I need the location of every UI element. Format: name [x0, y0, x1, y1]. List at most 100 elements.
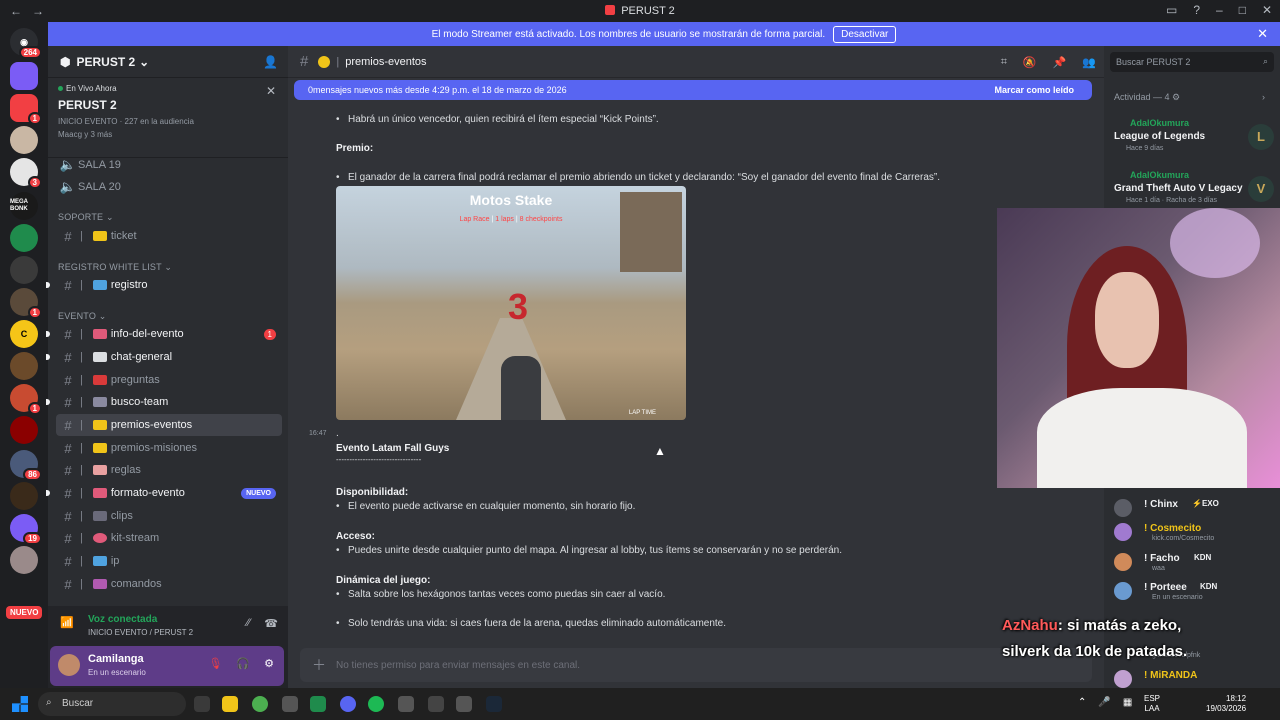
server-icon[interactable] [10, 62, 38, 90]
channel-kit-stream[interactable]: # | kit-stream [56, 527, 282, 549]
threads-icon[interactable]: ⌗ [1001, 56, 1007, 69]
live-now-card[interactable]: En Vivo Ahora PERUST 2 INICIO EVENTO · 2… [48, 78, 288, 158]
discord-icon[interactable] [340, 696, 356, 712]
maximize-button[interactable]: □ [1239, 3, 1246, 17]
noise-suppression-icon[interactable]: ⁄⁄ [247, 617, 251, 630]
channel-ip[interactable]: # | ip [56, 550, 282, 572]
server-list: ◉ 264 1 3 MEGA BONK 1 C 1 86 19 NUEVO [0, 22, 48, 688]
new-messages-bar[interactable]: 0mensajes nuevos más desde 4:29 p.m. el … [294, 80, 1092, 100]
app-icon[interactable] [456, 696, 472, 712]
channel-ticket[interactable]: # | ticket [56, 225, 282, 247]
server-icon[interactable] [10, 126, 38, 154]
member-item[interactable]: ! MiRANDA [1114, 668, 1274, 690]
disconnect-icon[interactable]: ☎ [264, 617, 278, 630]
app-icon[interactable] [428, 696, 444, 712]
member-item[interactable]: ! Facho KDN waa [1114, 551, 1274, 573]
channel-preguntas[interactable]: # | preguntas [56, 369, 282, 391]
taskview-icon[interactable] [194, 696, 210, 712]
channel-info-del-evento[interactable]: # | info-del-evento 1 [56, 323, 282, 345]
app-icon[interactable] [310, 696, 326, 712]
disable-streamer-button[interactable]: Desactivar [833, 25, 897, 43]
channel-formato-evento[interactable]: # | formato-evento NUEVO [56, 482, 282, 504]
banner-close-icon[interactable]: ✕ [1257, 26, 1268, 42]
server-icon[interactable]: 1 [10, 384, 42, 415]
voice-channel-sala-20[interactable]: 🔈 SALA 20 [56, 176, 282, 198]
mic-icon: 🎤 [1098, 697, 1111, 708]
message-line: • Puedes unirte desde cualquier punto del… [336, 545, 842, 556]
app-icon[interactable] [282, 696, 298, 712]
channel-registro[interactable]: # | registro [56, 274, 282, 296]
clock[interactable]: 18:12 19/03/2026 [1206, 694, 1246, 714]
server-header[interactable]: ⬢ PERUST 2 ⌄ 👤 [48, 46, 288, 78]
minimize-button[interactable]: – [1216, 3, 1223, 17]
chrome-icon[interactable] [252, 696, 268, 712]
server-icon[interactable]: 3 [10, 158, 42, 189]
server-icon[interactable] [10, 256, 38, 284]
member-item[interactable]: ! Chinx ⚡EXO [1114, 497, 1274, 519]
emoji-icon [318, 55, 331, 68]
channel-clips[interactable]: # | clips [56, 505, 282, 527]
mark-as-read-button[interactable]: Marcar como leído [994, 85, 1074, 95]
headphones-icon[interactable]: 🎧 [236, 657, 250, 670]
server-icon[interactable]: 86 [10, 450, 42, 481]
server-icon-megabonk[interactable]: MEGA BONK [10, 192, 38, 220]
server-icon[interactable]: C [10, 320, 38, 348]
category-soporte[interactable]: SOPORTE ⌄ [58, 212, 114, 223]
server-icon[interactable]: 19 [10, 514, 42, 545]
live-subtitle: INICIO EVENTO · 227 en la audiencia [58, 117, 194, 126]
language-indicator[interactable]: ESP LAA [1144, 694, 1160, 714]
webcam-overlay [997, 208, 1280, 488]
live-participants: Maacg y 3 más [58, 130, 113, 139]
server-icon[interactable] [10, 482, 38, 510]
server-icon[interactable] [10, 416, 38, 444]
add-member-icon[interactable]: 👤 [263, 55, 278, 69]
channel-reglas[interactable]: # | reglas [56, 459, 282, 481]
activity-item[interactable]: AdalOkumura League of Legends Hace 9 día… [1114, 118, 1274, 164]
search-input[interactable]: Buscar PERUST 2 ⌕ [1110, 52, 1274, 72]
channel-premios-misiones[interactable]: # | premios-misiones [56, 437, 282, 459]
steam-icon[interactable] [486, 696, 502, 712]
server-icon[interactable] [10, 224, 38, 252]
voice-channel-sala-19[interactable]: 🔈 SALA 19 [56, 154, 282, 176]
server-icon[interactable] [10, 546, 38, 574]
app-icon[interactable] [398, 696, 414, 712]
server-icon[interactable]: 1 [10, 288, 42, 319]
server-name: PERUST 2 [76, 54, 136, 69]
avatar[interactable] [58, 654, 80, 676]
category-evento[interactable]: EVENTO ⌄ [58, 311, 107, 322]
taskbar-search[interactable]: ⌕ Buscar [38, 692, 186, 716]
message-composer[interactable]: ＋ No tienes permiso para enviar mensajes… [300, 648, 1092, 682]
channel-comandos[interactable]: # | comandos [56, 573, 282, 595]
plus-icon[interactable]: ＋ [312, 655, 326, 675]
server-icon[interactable] [10, 352, 38, 380]
channel-busco-team[interactable]: # | busco-team [56, 391, 282, 413]
windows-start-icon[interactable] [12, 696, 28, 712]
notification-bell-icon[interactable]: 🔕 [1023, 56, 1037, 69]
category-registro[interactable]: REGISTRO WHITE LIST ⌄ [58, 262, 172, 273]
close-window-button[interactable]: ✕ [1262, 3, 1272, 17]
discord-home-icon[interactable]: ◉ 264 [10, 28, 42, 59]
system-tray[interactable]: ⌃ 🎤 ▦ [1078, 697, 1132, 708]
channel-header: # | premios-eventos ⌗ 🔕 📌 👥 [288, 46, 1104, 78]
nuevo-badge[interactable]: NUEVO [6, 606, 43, 619]
member-item[interactable]: ! Cosmecito kick.com/Cosmecito [1114, 521, 1274, 543]
message-heading: Premio: [336, 143, 374, 154]
channel-premios-eventos[interactable]: # | premios-eventos [56, 414, 282, 436]
file-explorer-icon[interactable] [222, 696, 238, 712]
voice-location: INICIO EVENTO / PERUST 2 [88, 628, 194, 637]
member-item[interactable]: ! Porteee KDN En un escenario [1114, 580, 1274, 602]
pin-icon[interactable]: 📌 [1053, 56, 1067, 69]
inbox-icon[interactable]: ▭ [1166, 3, 1177, 17]
mute-icon[interactable]: 🎙 [208, 657, 222, 670]
server-icon-perust[interactable]: 1 [10, 94, 42, 125]
spotify-icon[interactable] [368, 696, 384, 712]
lap-time-label: LAP TIME [628, 410, 656, 416]
close-icon[interactable]: ✕ [266, 84, 276, 98]
help-icon[interactable]: ? [1193, 3, 1200, 17]
game-screenshot-image[interactable]: Motos Stake Lap Race | 1 laps | 8 checkp… [336, 186, 686, 420]
signal-icon[interactable]: 📶 [60, 616, 74, 629]
members-icon[interactable]: 👥 [1082, 56, 1096, 69]
channel-chat-general[interactable]: # | chat-general [56, 346, 282, 368]
gear-icon[interactable]: ⚙ [264, 657, 274, 670]
chevron-up-icon: ⌃ [1078, 697, 1087, 708]
